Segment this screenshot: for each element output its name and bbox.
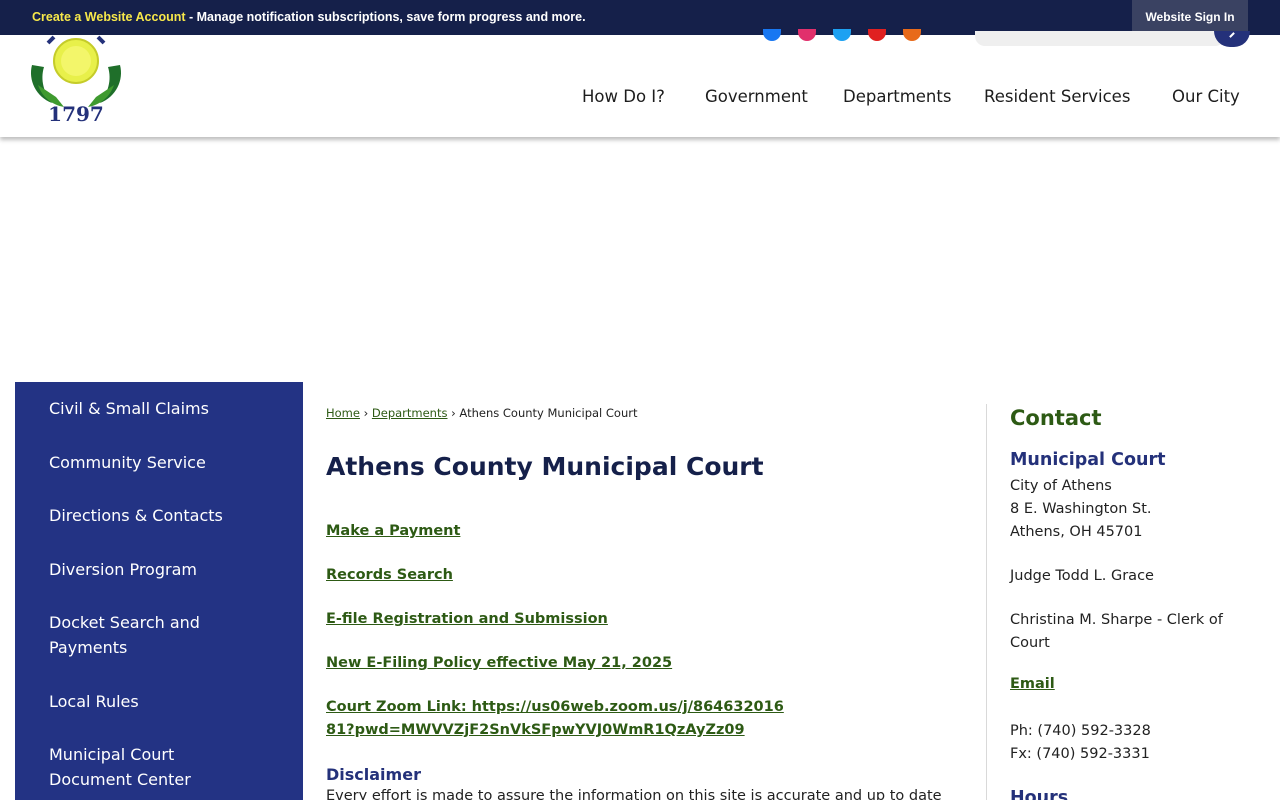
address-line-1: City of Athens: [1010, 478, 1112, 494]
breadcrumb-separator: ›: [451, 406, 456, 420]
nav-our-city[interactable]: Our City: [1172, 87, 1240, 106]
clerk-name: Christina M. Sharpe - Clerk of Court: [1010, 612, 1223, 651]
breadcrumb: Home › Departments › Athens County Munic…: [326, 406, 638, 420]
breadcrumb-departments[interactable]: Departments: [372, 406, 448, 420]
sidebar-nav: Civil & Small Claims Community Service D…: [15, 382, 303, 800]
phone-number: Ph: (740) 592-3328: [1010, 723, 1151, 739]
fax-number: Fx: (740) 592-3331: [1010, 746, 1150, 762]
nav-government[interactable]: Government: [705, 87, 808, 106]
city-seal-logo[interactable]: 1797: [26, 35, 126, 130]
contact-heading: Contact: [1010, 406, 1102, 430]
email-link[interactable]: Email: [1010, 676, 1055, 692]
court-zoom-link[interactable]: Court Zoom Link: https://us06web.zoom.us…: [326, 696, 786, 742]
account-message: Create a Website Account - Manage notifi…: [32, 10, 586, 24]
court-name: Municipal Court: [1010, 450, 1166, 470]
efiling-policy-link[interactable]: New E-Filing Policy effective May 21, 20…: [326, 652, 926, 675]
sidebar-item-diversion-program[interactable]: Diversion Program: [49, 557, 269, 582]
records-search-link[interactable]: Records Search: [326, 564, 926, 587]
sidebar-item-civil-small-claims[interactable]: Civil & Small Claims: [49, 396, 269, 421]
sidebar-item-docket-search-payments[interactable]: Docket Search and Payments: [49, 610, 224, 660]
breadcrumb-separator: ›: [363, 406, 369, 420]
page-title: Athens County Municipal Court: [326, 452, 764, 481]
top-notification-bar: Create a Website Account - Manage notifi…: [0, 0, 1280, 35]
logo-year: 1797: [48, 102, 104, 126]
make-payment-link[interactable]: Make a Payment: [326, 520, 926, 543]
create-account-link[interactable]: Create a Website Account: [32, 10, 186, 24]
breadcrumb-home[interactable]: Home: [326, 406, 360, 420]
hero-banner: [0, 137, 1280, 382]
website-sign-in-button[interactable]: Website Sign In: [1132, 0, 1248, 35]
column-divider: [986, 404, 987, 800]
hours-heading: Hours: [1010, 788, 1069, 800]
nav-resident-services[interactable]: Resident Services: [984, 87, 1130, 106]
site-header: 1797 How Do I? Government Departments Re…: [0, 29, 1280, 137]
sidebar-item-local-rules[interactable]: Local Rules: [49, 689, 269, 714]
disclaimer-heading: Disclaimer: [326, 765, 421, 784]
sidebar-item-document-center[interactable]: Municipal Court Document Center: [49, 742, 224, 792]
sidebar-item-community-service[interactable]: Community Service: [49, 450, 269, 475]
judge-name: Judge Todd L. Grace: [1010, 568, 1154, 584]
search-input[interactable]: [975, 31, 1225, 46]
address-line-2: 8 E. Washington St.: [1010, 501, 1152, 517]
efile-registration-link[interactable]: E-file Registration and Submission: [326, 608, 926, 631]
nav-departments[interactable]: Departments: [843, 87, 951, 106]
account-description: - Manage notification subscriptions, sav…: [185, 10, 586, 24]
breadcrumb-current: Athens County Municipal Court: [459, 406, 638, 420]
disclaimer-text: Every effort is made to assure the infor…: [326, 788, 942, 800]
sidebar-item-directions-contacts[interactable]: Directions & Contacts: [49, 503, 269, 528]
nav-how-do-i[interactable]: How Do I?: [582, 87, 665, 106]
address-line-3: Athens, OH 45701: [1010, 524, 1143, 540]
